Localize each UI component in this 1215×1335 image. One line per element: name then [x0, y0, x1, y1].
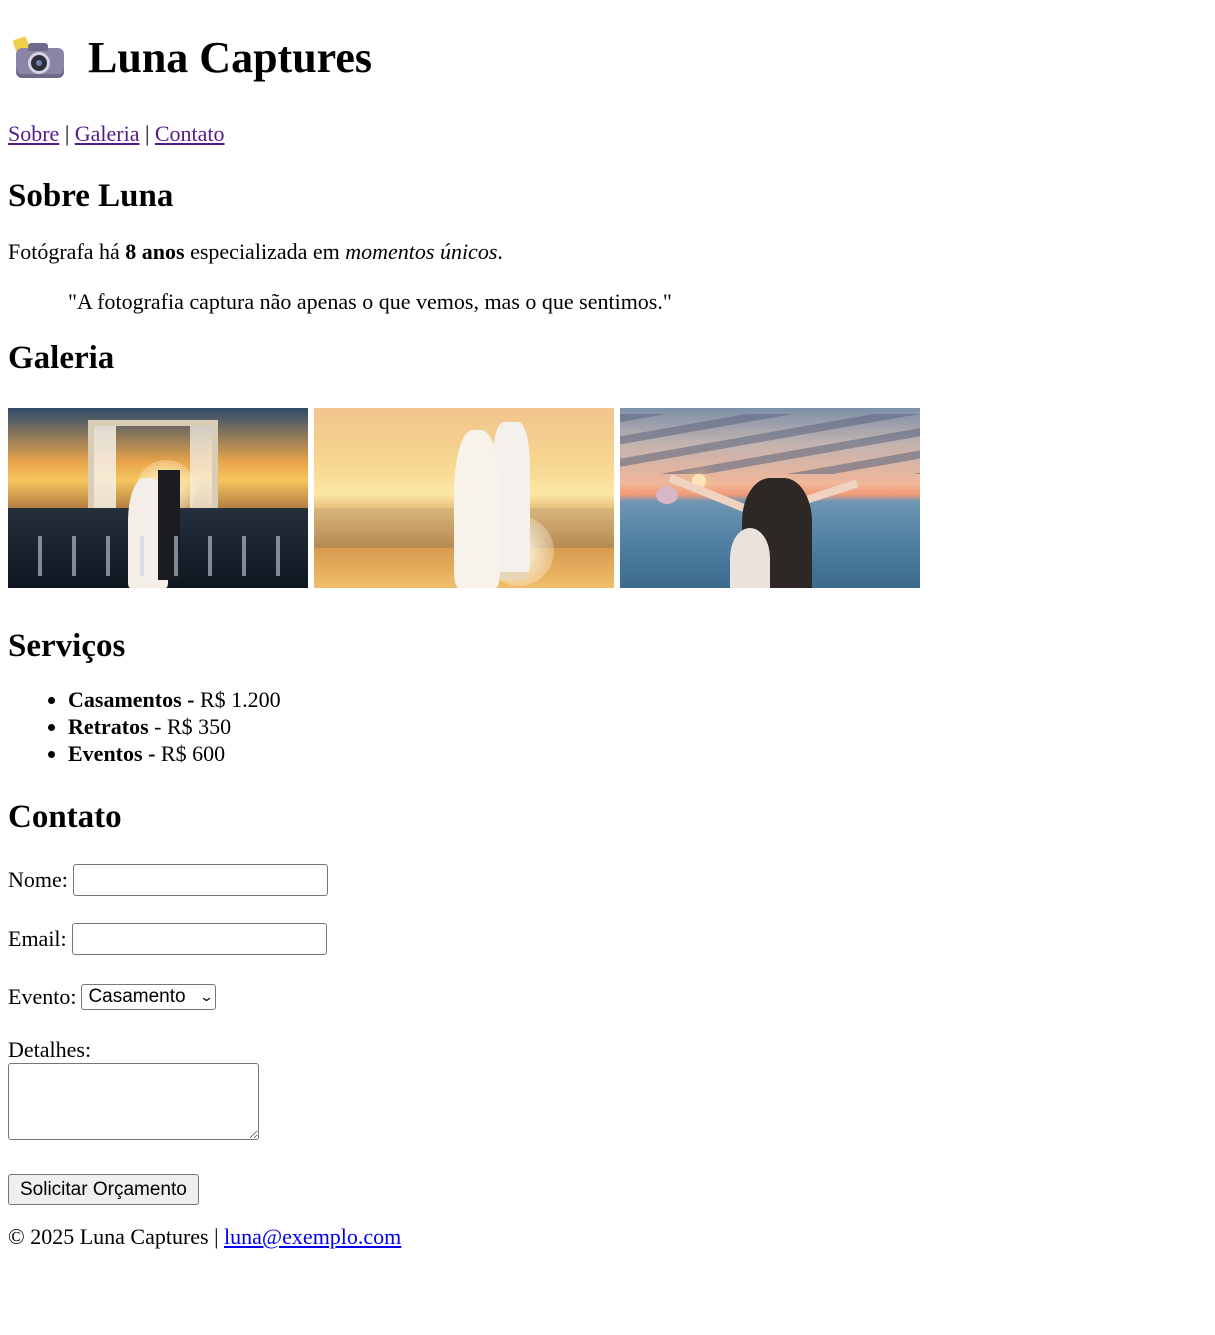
- service-separator: -: [142, 741, 161, 766]
- list-item: Eventos - R$ 600: [68, 740, 1207, 767]
- footer-email-link[interactable]: luna@exemplo.com: [224, 1224, 401, 1249]
- footer: © 2025 Luna Captures | luna@exemplo.com: [8, 1223, 1207, 1251]
- services-list: Casamentos - R$ 1.200 Retratos - R$ 350 …: [8, 686, 1207, 767]
- detalhes-label: Detalhes:: [8, 1037, 92, 1062]
- nome-input[interactable]: [72, 864, 328, 896]
- chevron-down-icon: ⌄: [198, 989, 214, 1004]
- camera-icon: [12, 36, 66, 78]
- service-price: R$ 1.200: [200, 687, 281, 712]
- evento-selected-value: Casamento: [88, 986, 186, 1007]
- page-title: Luna Captures: [8, 30, 1207, 86]
- site-title: Luna Captures: [88, 33, 373, 82]
- couple-sea-sunset-photo: [620, 408, 920, 588]
- bio-paragraph: Fotógrafa há 8 anos especializada em mom…: [8, 238, 1207, 266]
- list-item: Retratos - R$ 350: [68, 713, 1207, 740]
- evento-label: Evento:: [8, 984, 77, 1009]
- service-name: Eventos: [68, 741, 143, 766]
- main-nav: Sobre | Galeria | Contato: [8, 120, 1207, 148]
- bio-prefix: Fotógrafa há: [8, 239, 120, 264]
- nav-separator: |: [144, 121, 150, 146]
- contact-form: Nome: Email: Evento: Casamento ⌄ Detalhe…: [8, 863, 1207, 1205]
- service-name: Casamentos: [68, 687, 182, 712]
- service-price: R$ 600: [160, 741, 226, 766]
- nav-separator: |: [64, 121, 70, 146]
- nav-link-contato[interactable]: Contato: [155, 121, 225, 146]
- service-name: Retratos: [68, 714, 149, 739]
- email-label: Email:: [8, 926, 67, 951]
- section-heading-contato: Contato: [8, 799, 122, 835]
- nav-link-galeria[interactable]: Galeria: [75, 121, 140, 146]
- submit-button[interactable]: Solicitar Orçamento: [8, 1174, 199, 1205]
- beach-couple-kiss-photo: [314, 408, 614, 588]
- bio-middle: especializada em: [190, 239, 340, 264]
- wedding-ceremony-sunset-photo: [8, 408, 308, 588]
- footer-text: © 2025 Luna Captures |: [8, 1224, 219, 1249]
- bio-years: 8 anos: [125, 239, 185, 264]
- nome-label: Nome:: [8, 867, 68, 892]
- bio-specialty: momentos únicos: [345, 239, 498, 264]
- bio-suffix: .: [497, 239, 503, 264]
- email-input[interactable]: [71, 923, 327, 955]
- section-heading-galeria: Galeria: [8, 340, 115, 376]
- service-separator: -: [148, 714, 167, 739]
- detalhes-textarea[interactable]: [8, 1063, 259, 1140]
- service-separator: -: [181, 687, 200, 712]
- evento-select[interactable]: Casamento ⌄: [81, 984, 217, 1010]
- section-heading-sobre: Sobre Luna: [8, 178, 174, 214]
- service-price: R$ 350: [166, 714, 232, 739]
- quote: "A fotografia captura não apenas o que v…: [68, 289, 672, 314]
- list-item: Casamentos - R$ 1.200: [68, 686, 1207, 713]
- nav-link-sobre[interactable]: Sobre: [8, 121, 59, 146]
- gallery: [8, 408, 1207, 588]
- section-heading-servicos: Serviços: [8, 628, 126, 664]
